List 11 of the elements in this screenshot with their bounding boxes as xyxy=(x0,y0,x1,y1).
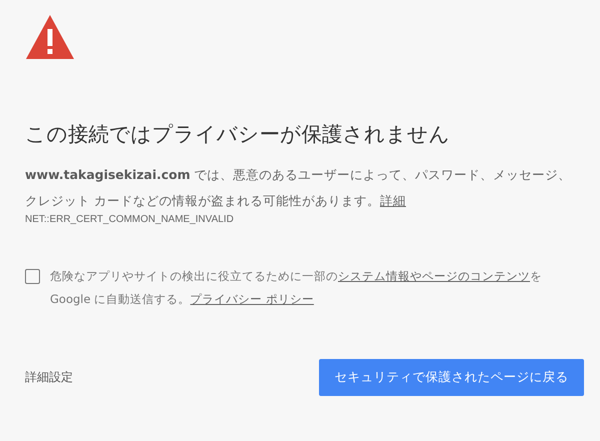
back-to-safety-button[interactable]: セキュリティで保護されたページに戻る xyxy=(319,359,584,396)
warning-message: www.takagisekizai.com では、悪意のあるユーザーによって、パスワード、メッセージ、クレジット カードなどの情報が盗まれる可能性があります。詳細 xyxy=(25,166,572,210)
report-consent-text: 危険なアプリやサイトの検出に役立てるために一部のシステム情報やページのコンテンツ を Google に自動送信する。プライバシー ポリシー xyxy=(50,268,543,308)
text-link[interactable]: システム情報やページのコンテンツ xyxy=(338,269,530,283)
text-link[interactable]: 詳細 xyxy=(380,193,406,208)
error-code: NET::ERR_CERT_COMMON_NAME_INVALID xyxy=(25,214,235,225)
page-title: この接続ではプライバシーが保護されません xyxy=(25,121,451,148)
text-link[interactable]: プライバシー ポリシー xyxy=(190,292,314,306)
checkbox[interactable] xyxy=(25,269,40,284)
advanced-link[interactable]: 詳細設定 xyxy=(25,369,73,386)
warning-icon xyxy=(25,14,75,60)
